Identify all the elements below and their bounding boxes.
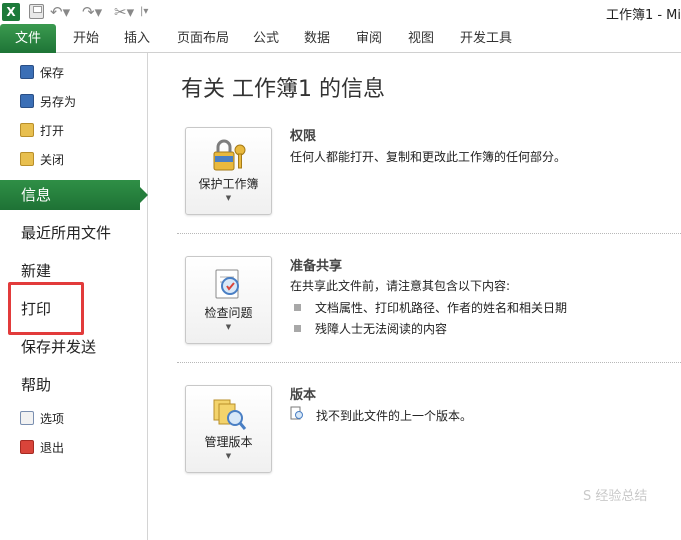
nav-save-send[interactable]: 保存并发送	[0, 332, 148, 362]
nav-info[interactable]: 信息	[0, 180, 148, 210]
nav-options[interactable]: 选项	[20, 409, 64, 429]
nav-options-label: 选项	[40, 412, 65, 426]
permissions-text: 任何人都能打开、复制和更改此工作簿的任何部分。	[290, 150, 567, 164]
close-folder-icon	[20, 152, 34, 166]
watermark: S 经验总结	[583, 489, 648, 504]
document-version-icon	[290, 406, 303, 420]
tab-home[interactable]: 开始	[73, 24, 99, 53]
permissions-heading: 权限	[290, 129, 317, 144]
title-bar: X ↶▾ ↷▾ ✂▾ |▾ 工作簿1 - Mi	[0, 0, 681, 24]
protect-workbook-button[interactable]: 保护工作簿 ▼	[185, 127, 272, 215]
nav-close[interactable]: 关闭	[20, 150, 64, 170]
check-issues-button[interactable]: 检查问题 ▼	[185, 256, 272, 344]
tab-formulas[interactable]: 公式	[253, 24, 279, 53]
protect-workbook-label: 保护工作簿	[198, 177, 259, 191]
versions-heading: 版本	[290, 388, 317, 403]
ribbon-tabs: 文件 开始 插入 页面布局 公式 数据 审阅 视图 开发工具	[0, 24, 681, 53]
list-item: 文档属性、打印机路径、作者的姓名和相关日期	[294, 299, 567, 316]
tools-icon[interactable]: ✂▾	[114, 3, 140, 21]
bullet-text: 文档属性、打印机路径、作者的姓名和相关日期	[315, 301, 568, 315]
quick-save-icon[interactable]	[29, 4, 44, 19]
nav-save-as-label: 另存为	[40, 95, 77, 109]
bullet-square-icon	[294, 325, 301, 332]
tab-developer[interactable]: 开发工具	[460, 24, 512, 53]
nav-recent[interactable]: 最近所用文件	[0, 218, 148, 248]
undo-icon[interactable]: ↶▾	[50, 3, 78, 21]
section-divider	[177, 362, 681, 363]
nav-save[interactable]: 保存	[20, 63, 64, 83]
bullet-square-icon	[294, 304, 301, 311]
tab-data[interactable]: 数据	[304, 24, 330, 53]
check-issues-label: 检查问题	[204, 306, 253, 320]
open-folder-icon	[20, 123, 34, 137]
print-highlight-box	[8, 282, 84, 335]
manage-versions-caret: ▼	[225, 452, 232, 460]
save-icon	[20, 65, 34, 79]
tab-page-layout[interactable]: 页面布局	[177, 24, 229, 53]
list-item: 残障人士无法阅读的内容	[294, 320, 447, 337]
info-panel: 有关 工作簿1 的信息 保护工作簿 ▼ 权限 任何人都能打开、复制和更改此工作簿…	[149, 53, 681, 540]
nav-save-label: 保存	[40, 66, 65, 80]
nav-open-label: 打开	[40, 124, 65, 138]
tab-insert[interactable]: 插入	[124, 24, 150, 53]
tab-view[interactable]: 视图	[408, 24, 434, 53]
protect-workbook-caret: ▼	[225, 194, 232, 202]
nav-help[interactable]: 帮助	[0, 370, 148, 400]
manage-versions-icon	[213, 399, 247, 430]
nav-save-as[interactable]: 另存为	[20, 92, 76, 112]
manage-versions-button[interactable]: 管理版本 ▼	[185, 385, 272, 473]
exit-icon	[20, 440, 34, 454]
nav-open[interactable]: 打开	[20, 121, 64, 141]
nav-exit-label: 退出	[40, 441, 65, 455]
nav-exit[interactable]: 退出	[20, 438, 64, 458]
window-title: 工作簿1 - Mi	[605, 8, 681, 23]
inspect-document-icon	[215, 269, 239, 299]
backstage-nav: 保存 另存为 打开 关闭 信息 最近所用文件 新建 打印 保存并发送 帮助 选项…	[0, 53, 148, 540]
customize-quick-access-icon[interactable]: |▾	[140, 3, 150, 21]
lock-keys-icon	[213, 139, 246, 171]
options-icon	[20, 411, 34, 425]
save-as-icon	[20, 94, 34, 108]
nav-close-label: 关闭	[40, 153, 65, 167]
page-title: 有关 工作簿1 的信息	[181, 77, 385, 102]
tab-file[interactable]: 文件	[0, 24, 56, 53]
prepare-sharing-heading: 准备共享	[290, 259, 343, 274]
section-divider	[177, 233, 681, 234]
excel-app-icon[interactable]: X	[2, 3, 20, 21]
bullet-text: 残障人士无法阅读的内容	[315, 322, 448, 336]
versions-text: 找不到此文件的上一个版本。	[316, 409, 473, 423]
prepare-sharing-text: 在共享此文件前，请注意其包含以下内容:	[290, 279, 511, 293]
redo-icon[interactable]: ↷▾	[82, 3, 110, 21]
tab-review[interactable]: 审阅	[356, 24, 382, 53]
check-issues-caret: ▼	[225, 323, 232, 331]
manage-versions-label: 管理版本	[204, 435, 253, 449]
